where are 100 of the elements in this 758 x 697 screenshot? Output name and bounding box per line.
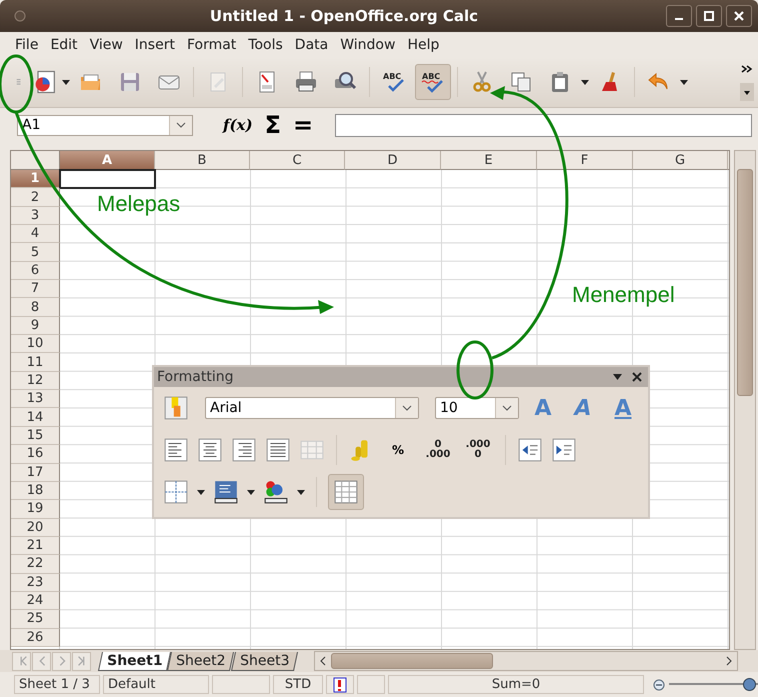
horizontal-scrollbar[interactable] [314, 651, 738, 671]
row-header[interactable]: 26 [11, 628, 60, 647]
row-header[interactable]: 15 [11, 426, 60, 446]
row-header[interactable]: 16 [11, 445, 60, 464]
scroll-right-icon[interactable] [725, 656, 733, 666]
caret-icon[interactable] [680, 80, 688, 84]
chevron-down-icon[interactable] [402, 405, 412, 411]
column-header[interactable]: C [250, 151, 345, 170]
highlight-circle [456, 340, 494, 400]
status-panel [357, 675, 385, 694]
annotation-label: Menempel [572, 282, 675, 308]
grid-lines-icon[interactable] [333, 479, 359, 505]
menu-item[interactable]: Format [182, 34, 242, 54]
column-header[interactable]: F [537, 151, 633, 170]
delete-decimal-button[interactable]: .000 0 [462, 440, 494, 460]
caret-icon[interactable] [297, 490, 305, 494]
column-header[interactable]: D [345, 151, 441, 170]
row-header[interactable]: 6 [11, 262, 60, 280]
formula-input[interactable] [335, 114, 752, 136]
function-wizard-button[interactable]: f(x) [223, 116, 253, 134]
row-header[interactable]: 2 [11, 188, 60, 207]
sheet-tab[interactable]: Sheet3 [230, 652, 298, 670]
chevron-down-icon[interactable] [502, 405, 512, 411]
row-header[interactable]: 12 [11, 372, 60, 390]
row-header[interactable]: 3 [11, 206, 60, 226]
chevron-down-icon[interactable] [176, 122, 186, 128]
equals-button[interactable]: = [293, 113, 314, 137]
status-panel [212, 675, 270, 694]
minimize-button[interactable] [666, 5, 692, 27]
percent-button[interactable]: % [382, 443, 414, 457]
name-box[interactable]: A1 [17, 114, 193, 136]
close-icon[interactable] [632, 372, 642, 382]
sheet-tab[interactable]: Sheet2 [167, 652, 235, 670]
select-all-corner[interactable] [11, 151, 60, 170]
vertical-scrollbar[interactable] [734, 150, 756, 650]
menu-item[interactable]: File [10, 34, 44, 54]
menu-item[interactable]: Tools [243, 34, 288, 54]
window-title: Untitled 1 - OpenOffice.org Calc [208, 7, 480, 25]
column-header[interactable]: E [441, 151, 537, 170]
align-center-icon[interactable] [197, 437, 223, 463]
caret-icon[interactable] [247, 490, 255, 494]
caret-icon[interactable] [581, 80, 589, 84]
row-header[interactable]: 13 [11, 390, 60, 408]
row-header[interactable]: 24 [11, 592, 60, 610]
font-name-field[interactable]: Arial [205, 397, 419, 419]
row-header[interactable]: 23 [11, 574, 60, 592]
decrease-indent-icon[interactable] [517, 437, 543, 463]
row-header[interactable]: 25 [11, 610, 60, 629]
row-header[interactable]: 11 [11, 353, 60, 372]
grid-lines-button[interactable] [328, 474, 364, 510]
row-header[interactable]: 19 [11, 500, 60, 519]
font-color-icon[interactable] [263, 479, 289, 505]
window-menu-icon[interactable] [14, 10, 26, 22]
row-header[interactable]: 10 [11, 335, 60, 354]
auto-spellcheck-button[interactable]: ABC [415, 64, 451, 100]
background-color-icon[interactable] [213, 479, 239, 505]
menu-item[interactable]: Help [402, 34, 444, 54]
borders-icon[interactable] [163, 479, 189, 505]
maximize-icon[interactable] [704, 11, 714, 21]
sheet-tab[interactable]: Sheet1 [98, 652, 172, 670]
column-header[interactable]: B [155, 151, 250, 170]
row-header[interactable]: 9 [11, 316, 60, 336]
font-size-field[interactable]: 10 [435, 397, 519, 419]
menu-item[interactable]: Window [335, 34, 400, 54]
row-header[interactable]: 5 [11, 243, 60, 262]
sum-display: Sum=0 [388, 675, 644, 694]
menu-item[interactable]: Insert [130, 34, 180, 54]
caret-icon[interactable] [62, 80, 70, 84]
toolbar-overflow-icon[interactable] [740, 63, 754, 101]
menu-item[interactable]: View [84, 34, 128, 54]
scroll-left-icon[interactable] [319, 656, 328, 666]
selected-cell[interactable] [59, 169, 156, 190]
document-modified-icon [333, 676, 347, 692]
toolbar-title: Formatting [157, 369, 234, 385]
row-header[interactable]: 21 [11, 536, 60, 556]
menu-item[interactable]: Edit [45, 34, 83, 54]
align-left-icon[interactable] [163, 437, 189, 463]
row-header[interactable]: 18 [11, 482, 60, 500]
column-header[interactable]: G [633, 151, 728, 170]
row-header[interactable]: 22 [11, 555, 60, 574]
maximize-button[interactable] [696, 5, 722, 27]
formatting-toolbar[interactable]: Formatting Arial 10 A A A % 0 .000 .000 0 [152, 365, 650, 519]
close-button[interactable] [726, 5, 752, 27]
copy-icon[interactable] [509, 70, 533, 94]
row-header[interactable]: 17 [11, 464, 60, 482]
justify-icon[interactable] [265, 437, 291, 463]
row-header[interactable]: 14 [11, 408, 60, 427]
row-header[interactable]: 20 [11, 518, 60, 537]
dropdown-arrow-icon[interactable] [613, 374, 622, 380]
printer-icon[interactable] [294, 70, 318, 94]
row-header[interactable]: 8 [11, 298, 60, 317]
caret-icon[interactable] [197, 490, 205, 494]
align-right-icon[interactable] [231, 437, 257, 463]
row-header[interactable]: 7 [11, 280, 60, 298]
menu-item[interactable]: Data [290, 34, 334, 54]
increase-indent-icon[interactable] [551, 437, 577, 463]
add-decimal-button[interactable]: 0 .000 [422, 440, 454, 460]
zoom-out-icon[interactable] [653, 678, 665, 690]
sum-button[interactable]: Σ [264, 113, 281, 137]
row-header[interactable]: 4 [11, 225, 60, 244]
